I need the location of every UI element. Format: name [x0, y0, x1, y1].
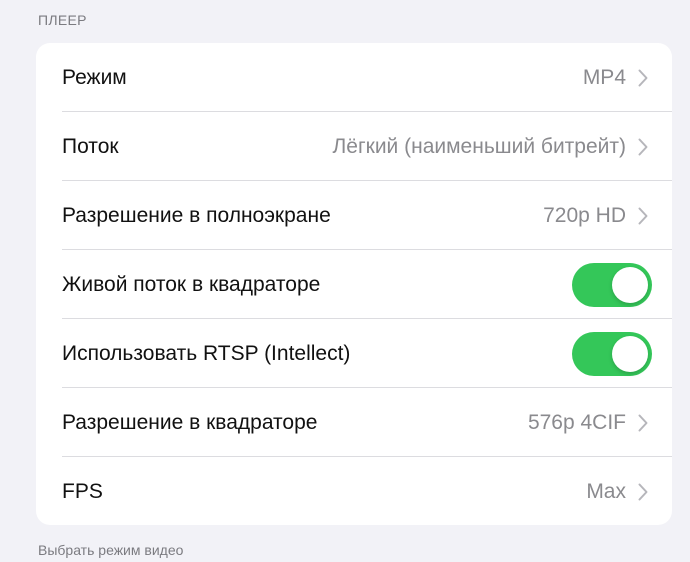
chevron-right-icon [638, 207, 648, 224]
settings-row-accessory [572, 331, 652, 376]
settings-row-label: Разрешение в полноэкране [62, 203, 331, 227]
settings-row-value: Max [586, 479, 626, 503]
toggle-knob [612, 266, 648, 303]
settings-row-label: Разрешение в квадраторе [62, 410, 318, 434]
settings-row-live-stream-quad: Живой поток в квадраторе [36, 250, 672, 319]
settings-row-mode[interactable]: Режим MP4 [36, 43, 672, 112]
settings-row-stream[interactable]: Поток Лёгкий (наименьший битрейт) [36, 112, 672, 181]
settings-row-fps[interactable]: FPS Max [36, 457, 672, 525]
section-title-player: ПЛЕЕР [38, 12, 87, 28]
chevron-right-icon [638, 414, 648, 431]
settings-row-fullscreen-resolution[interactable]: Разрешение в полноэкране 720p HD [36, 181, 672, 250]
settings-row-value: Лёгкий (наименьший битрейт) [332, 134, 626, 158]
toggle-knob [612, 335, 648, 372]
settings-row-accessory: MP4 [583, 66, 648, 90]
settings-row-quad-resolution[interactable]: Разрешение в квадраторе 576p 4CIF [36, 388, 672, 457]
settings-row-label: Использовать RTSP (Intellect) [62, 341, 351, 365]
settings-row-label: Режим [62, 65, 127, 89]
use-rtsp-toggle[interactable] [572, 331, 652, 376]
settings-row-accessory: Max [586, 480, 648, 504]
chevron-right-icon [638, 69, 648, 86]
settings-row-value: MP4 [582, 65, 626, 89]
settings-row-label: FPS [62, 479, 103, 503]
chevron-right-icon [638, 483, 648, 500]
settings-row-accessory: 576p 4CIF [528, 411, 648, 435]
settings-row-accessory [572, 262, 652, 307]
settings-row-use-rtsp: Использовать RTSP (Intellect) [36, 319, 672, 388]
settings-row-value: 720p HD [543, 203, 626, 227]
settings-row-label: Живой поток в квадраторе [62, 272, 321, 296]
settings-row-accessory: Лёгкий (наименьший битрейт) [333, 135, 648, 159]
settings-row-label: Поток [62, 134, 119, 158]
settings-card-player: Режим MP4 Поток Лёгкий (наименьший битре… [36, 43, 672, 525]
settings-row-value: 576p 4CIF [527, 410, 626, 434]
settings-row-accessory: 720p HD [543, 204, 648, 228]
section-footer-hint: Выбрать режим видео [38, 542, 184, 558]
chevron-right-icon [638, 138, 648, 155]
live-stream-quad-toggle[interactable] [572, 262, 652, 307]
